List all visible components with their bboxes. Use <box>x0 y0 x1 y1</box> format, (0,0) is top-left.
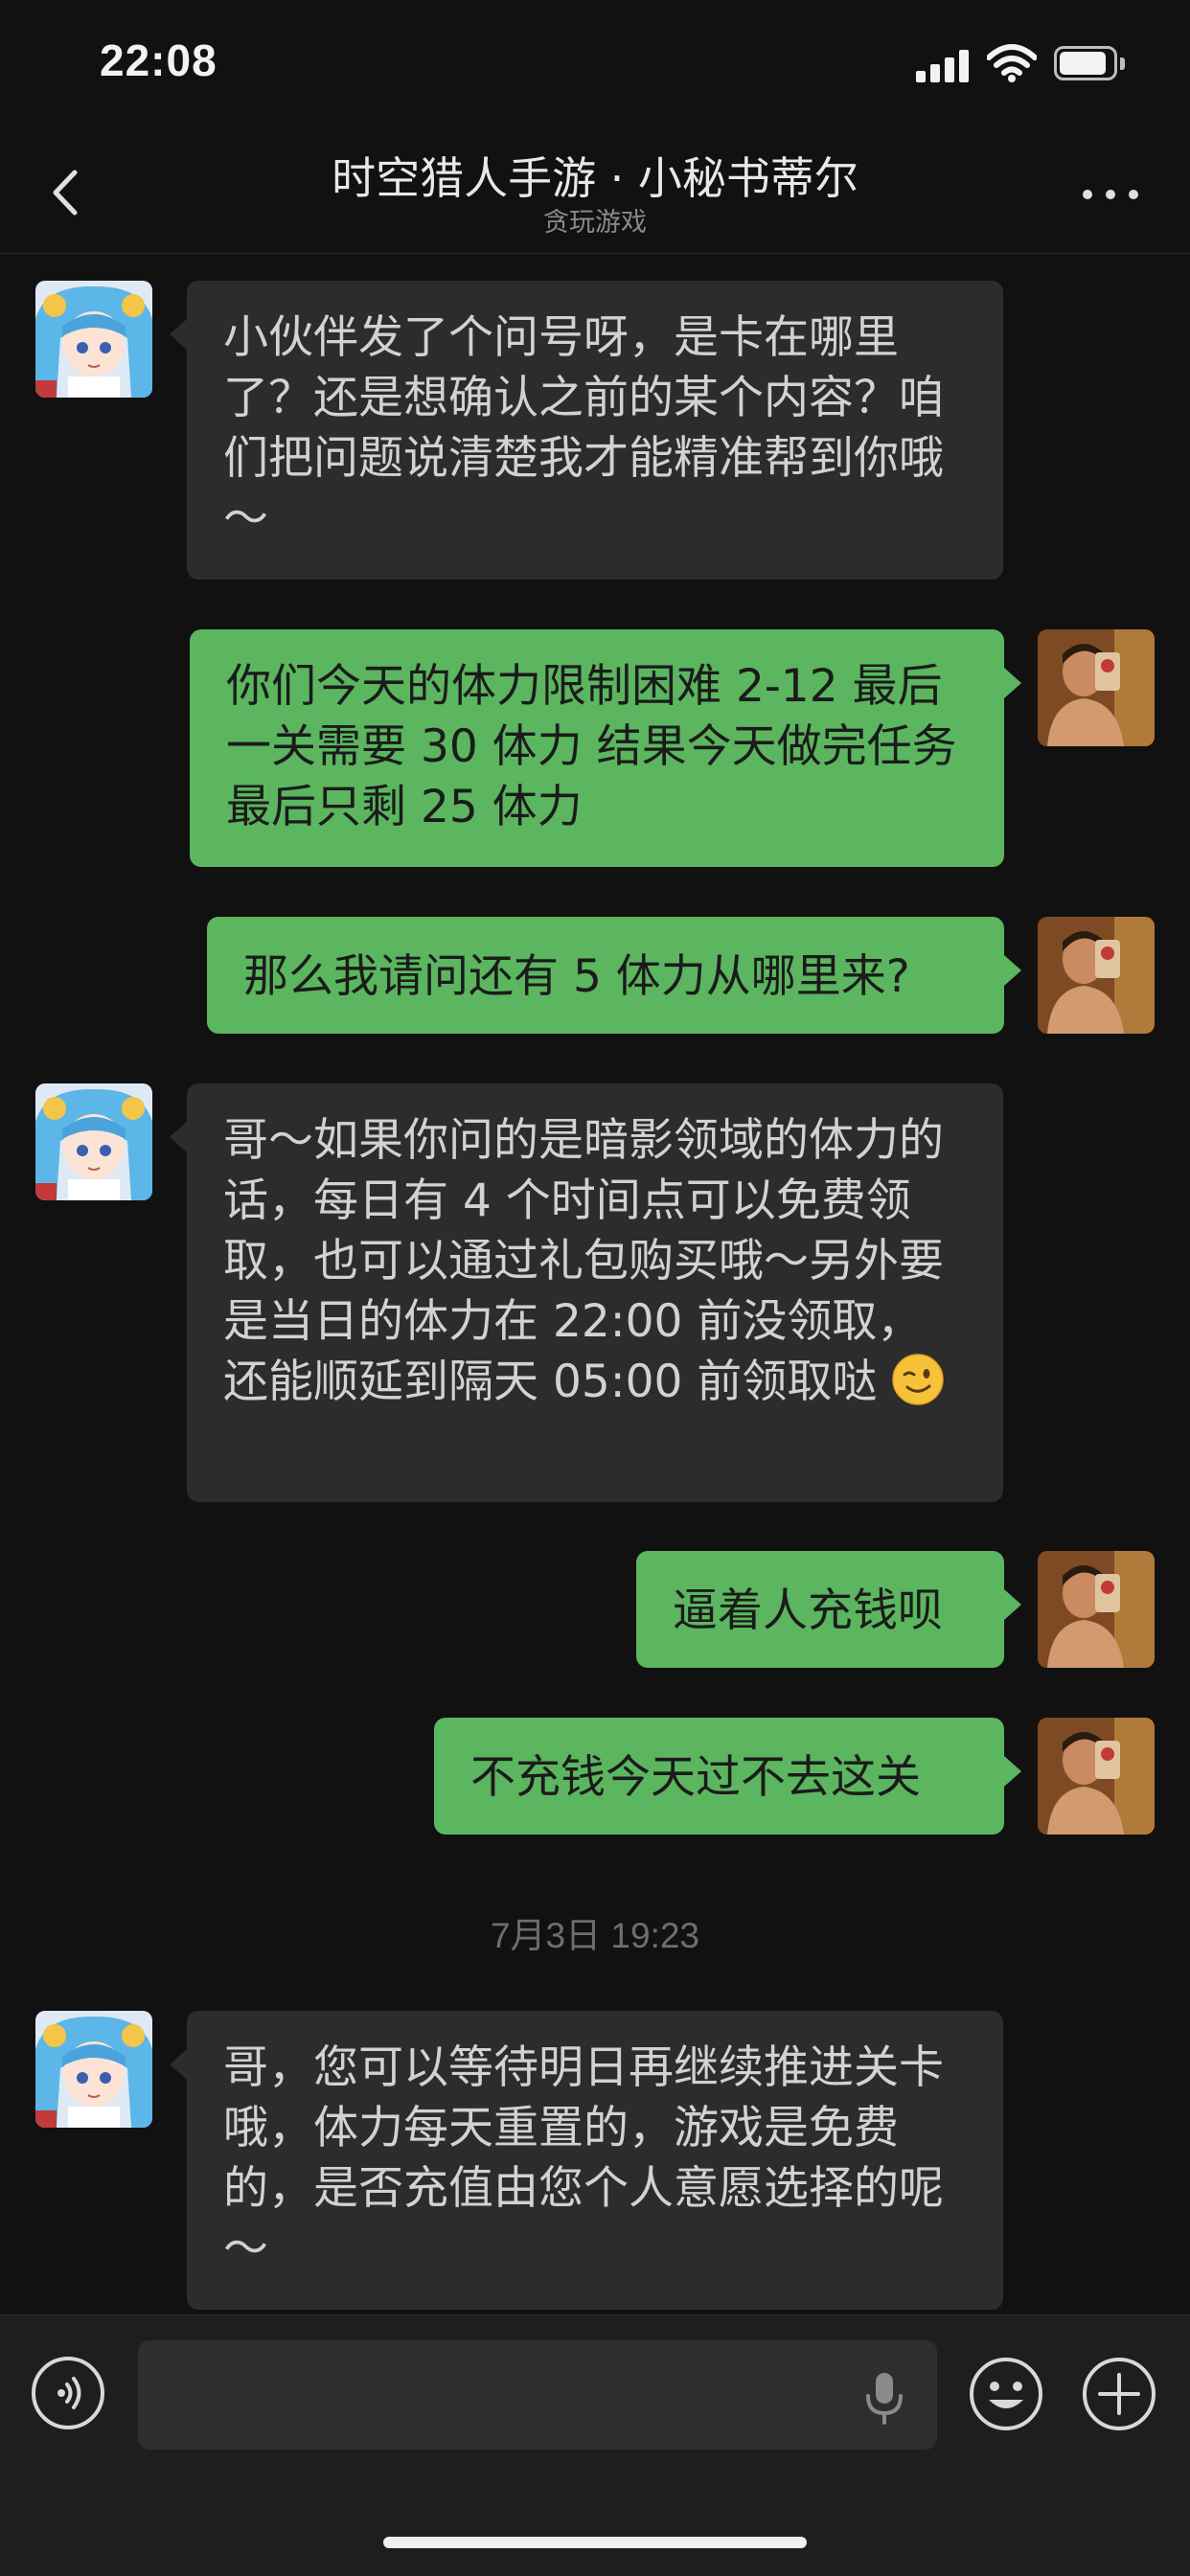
outgoing-message-bubble[interactable]: 你们今天的体力限制困难 2-12 最后一关需要 30 体力 结果今天做完任务最后… <box>190 629 1021 867</box>
user-avatar[interactable] <box>1038 629 1155 746</box>
bot-avatar[interactable] <box>35 281 152 398</box>
message-text: 那么我请问还有 5 体力从哪里来? <box>243 950 910 1003</box>
message-text: 哥，您可以等待明日再继续推进关卡哦，体力每天重置的，游戏是免费的，是否充值由您个… <box>223 2041 944 2275</box>
incoming-message-bubble[interactable]: 小伙伴发了个问号呀，是卡在哪里了？还是想确认之前的某个内容？咱们把问题说清楚我才… <box>170 281 1003 580</box>
message-text: 你们今天的体力限制困难 2-12 最后一关需要 30 体力 结果今天做完任务最后… <box>226 660 957 833</box>
message-text: 不充钱今天过不去这关 <box>470 1751 921 1804</box>
outgoing-message-bubble[interactable]: 那么我请问还有 5 体力从哪里来? <box>207 917 1021 1034</box>
bot-avatar[interactable] <box>35 2011 152 2128</box>
message-text: 小伙伴发了个问号呀，是卡在哪里了？还是想确认之前的某个内容？咱们把问题说清楚我才… <box>223 311 944 545</box>
microphone-icon[interactable] <box>862 2371 906 2425</box>
status-time: 22:08 <box>100 35 217 85</box>
wifi-icon <box>987 44 1037 82</box>
more-dots-icon[interactable] <box>1077 180 1144 209</box>
bot-avatar[interactable] <box>35 1083 152 1200</box>
emoji-icon[interactable] <box>968 2356 1044 2432</box>
voice-input-icon[interactable] <box>31 2356 105 2430</box>
chat-title: 时空猎人手游 · 小秘书蒂尔 <box>332 152 858 204</box>
battery-icon <box>1054 46 1127 82</box>
message-text: 逼着人充钱呗 <box>673 1584 943 1637</box>
message-input[interactable] <box>138 2340 937 2450</box>
incoming-message-bubble[interactable]: 哥，您可以等待明日再继续推进关卡哦，体力每天重置的，游戏是免费的，是否充值由您个… <box>170 2011 1003 2310</box>
message-timestamp: 7月3日 19:23 <box>490 1916 700 1955</box>
message-text: 哥～如果你问的是暗影领域的体力的话，每日有 4 个时间点可以免费领取，也可以通过… <box>223 1114 944 1408</box>
cellular-signal-icon <box>916 50 970 82</box>
incoming-message-bubble[interactable]: 哥～如果你问的是暗影领域的体力的话，每日有 4 个时间点可以免费领取，也可以通过… <box>170 1083 1003 1502</box>
chat-header: 时空猎人手游 · 小秘书蒂尔 贪玩游戏 <box>0 125 1190 254</box>
winking-face-icon <box>892 1354 945 1405</box>
user-avatar[interactable] <box>1038 1551 1155 1668</box>
user-avatar[interactable] <box>1038 1718 1155 1835</box>
status-bar: 22:08 <box>0 0 1190 125</box>
home-indicator[interactable] <box>383 2537 807 2548</box>
add-icon[interactable] <box>1081 2356 1157 2432</box>
chat-subtitle: 贪玩游戏 <box>543 208 647 238</box>
outgoing-message-bubble[interactable]: 不充钱今天过不去这关 <box>434 1718 1021 1835</box>
user-avatar[interactable] <box>1038 917 1155 1034</box>
outgoing-message-bubble[interactable]: 逼着人充钱呗 <box>636 1551 1021 1668</box>
